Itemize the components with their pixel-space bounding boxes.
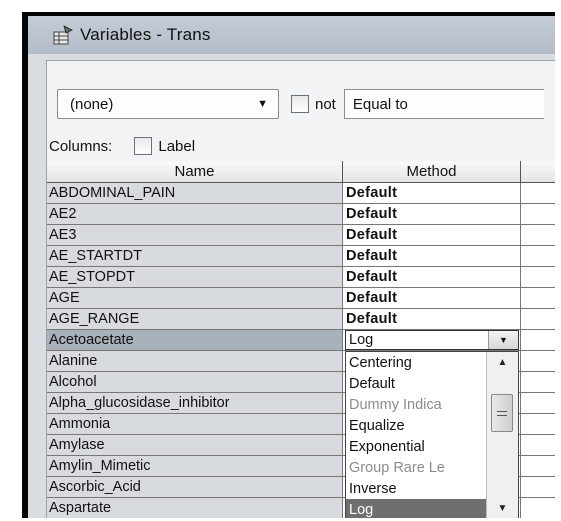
filter-row: (none) ▼ not Equal to: [57, 89, 544, 119]
scroll-down-icon[interactable]: ▼: [487, 498, 518, 518]
variable-name-cell[interactable]: Alanine: [47, 351, 343, 372]
dropdown-option[interactable]: Equalize: [346, 415, 486, 436]
dropdown-option[interactable]: Default: [346, 373, 486, 394]
extra-cell[interactable]: [521, 246, 555, 267]
variables-app-icon: [53, 25, 73, 45]
scroll-up-icon[interactable]: ▲: [487, 352, 518, 372]
extra-cell[interactable]: [521, 414, 555, 435]
columns-row: Columns: Label: [49, 135, 195, 157]
column-header-name[interactable]: Name: [47, 161, 343, 183]
table-row[interactable]: ABDOMINAL_PAIN Default: [47, 183, 555, 204]
grid-body: ABDOMINAL_PAIN Default AE2 Default AE3 Defaul…: [47, 183, 555, 518]
dropdown-option[interactable]: Log: [346, 499, 486, 518]
variable-name-cell[interactable]: AGE_RANGE: [47, 309, 343, 330]
column-header-method[interactable]: Method: [343, 161, 521, 183]
extra-cell[interactable]: [521, 288, 555, 309]
variable-name-cell[interactable]: Alpha_glucosidase_inhibitor: [47, 393, 343, 414]
variable-name-cell[interactable]: AE_STOPDT: [47, 267, 343, 288]
variable-name-cell[interactable]: AE_STARTDT: [47, 246, 343, 267]
grid-header: Name Method: [47, 161, 555, 183]
extra-cell[interactable]: [521, 351, 555, 372]
variable-name-cell[interactable]: Ascorbic_Acid: [47, 477, 343, 498]
not-checkbox[interactable]: [291, 95, 309, 113]
method-cell[interactable]: Default: [343, 225, 521, 246]
columns-label: Columns:: [49, 137, 113, 155]
table-row[interactable]: AGE Default: [47, 288, 555, 309]
chevron-down-icon[interactable]: ▼: [488, 331, 518, 349]
extra-cell[interactable]: [521, 372, 555, 393]
dropdown-option[interactable]: Inverse: [346, 478, 486, 499]
variable-name-cell[interactable]: Acetoacetate: [47, 330, 343, 351]
variable-name-cell[interactable]: AGE: [47, 288, 343, 309]
variable-name-cell[interactable]: AE3: [47, 225, 343, 246]
variable-name-cell[interactable]: Alcohol: [47, 372, 343, 393]
window-title: Variables - Trans: [80, 25, 211, 44]
method-cell[interactable]: Default: [343, 183, 521, 204]
variable-name-cell[interactable]: Amylase: [47, 435, 343, 456]
table-row[interactable]: AE_STOPDT Default: [47, 267, 555, 288]
method-cell[interactable]: Default: [343, 204, 521, 225]
operator-combo[interactable]: Equal to: [343, 89, 544, 119]
label-checkbox[interactable]: [134, 137, 153, 155]
variables-window: Variables - Trans (none) ▼ not Equal to …: [28, 16, 555, 518]
dropdown-scrollbar[interactable]: ▲ ▼: [486, 352, 518, 518]
method-cell[interactable]: Default: [343, 288, 521, 309]
method-cell[interactable]: Default: [343, 267, 521, 288]
dropdown-option: Dummy Indica: [349, 396, 442, 413]
method-cell[interactable]: Default: [343, 309, 521, 330]
variable-name-cell[interactable]: Aspartate: [47, 498, 343, 518]
extra-cell[interactable]: [521, 225, 555, 246]
variable-name-cell[interactable]: AE2: [47, 204, 343, 225]
variables-grid: Name Method ABDOMINAL_PAIN Default AE2 Defa…: [47, 161, 555, 518]
extra-cell[interactable]: [521, 393, 555, 414]
method-cell[interactable]: Default: [343, 246, 521, 267]
method-dropdown-value: Log: [349, 332, 374, 348]
extra-cell[interactable]: [521, 183, 555, 204]
extra-cell[interactable]: [521, 204, 555, 225]
table-row[interactable]: AE3 Default: [47, 225, 555, 246]
extra-cell[interactable]: [521, 456, 555, 477]
screenshot-frame: Variables - Trans (none) ▼ not Equal to …: [22, 12, 555, 518]
not-label: not: [315, 95, 336, 113]
method-dropdown-field[interactable]: Log ▼: [345, 330, 519, 350]
column-filter-value: (none): [70, 95, 114, 113]
dropdown-option[interactable]: Centering: [346, 352, 486, 373]
variable-name-cell[interactable]: Amylin_Mimetic: [47, 456, 343, 477]
variable-name-cell[interactable]: ABDOMINAL_PAIN: [47, 183, 343, 204]
table-row[interactable]: AE2 Default: [47, 204, 555, 225]
column-filter-combo[interactable]: (none) ▼: [57, 89, 279, 119]
dropdown-option: Group Rare Le: [349, 459, 445, 476]
extra-cell[interactable]: [521, 498, 555, 518]
extra-cell[interactable]: [521, 267, 555, 288]
dropdown-option[interactable]: Exponential: [346, 436, 486, 457]
column-header-extra[interactable]: [521, 161, 555, 183]
table-row[interactable]: AGE_RANGE Default: [47, 309, 555, 330]
filter-panel: (none) ▼ not Equal to Columns: Label Nam…: [46, 60, 555, 518]
method-dropdown-list[interactable]: Centering Default Dummy Indica Equalize Expo…: [345, 351, 519, 518]
label-checkbox-text: Label: [158, 137, 196, 155]
scrollbar-thumb[interactable]: [491, 394, 513, 432]
variable-name-cell[interactable]: Ammonia: [47, 414, 343, 435]
extra-cell[interactable]: [521, 435, 555, 456]
operator-value: Equal to: [352, 95, 408, 113]
title-bar[interactable]: Variables - Trans: [28, 16, 555, 54]
table-row[interactable]: AE_STARTDT Default: [47, 246, 555, 267]
extra-cell[interactable]: [521, 309, 555, 330]
extra-cell[interactable]: [521, 477, 555, 498]
chevron-down-icon: ▼: [257, 98, 268, 110]
extra-cell[interactable]: [521, 330, 555, 351]
